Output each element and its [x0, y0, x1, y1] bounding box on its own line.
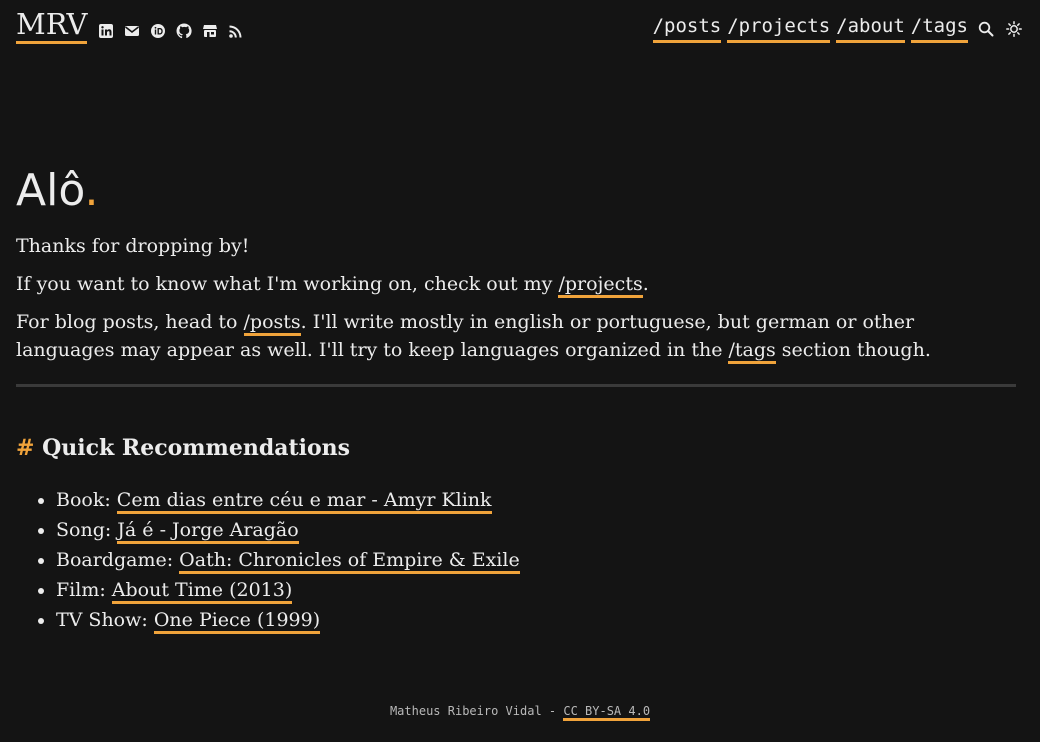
list-item: Book: Cem dias entre céu e mar - Amyr Kl…: [56, 485, 1016, 515]
nav-projects[interactable]: /projects: [727, 14, 831, 43]
recommendation-link[interactable]: Cem dias entre céu e mar - Amyr Klink: [116, 489, 492, 514]
recommendations-heading: # Quick Recommendations: [16, 435, 1016, 461]
recommendation-link[interactable]: Oath: Chronicles of Empire & Exile: [179, 549, 520, 574]
footer-author: Matheus Ribeiro Vidal -: [389, 704, 564, 718]
rss-icon[interactable]: [227, 22, 245, 40]
text: .: [642, 273, 649, 295]
social-links: [97, 22, 245, 40]
nav-about[interactable]: /about: [836, 14, 905, 43]
site-footer: Matheus Ribeiro Vidal - CC BY-SA 4.0: [0, 704, 1040, 721]
license-link[interactable]: CC BY-SA 4.0: [563, 704, 651, 721]
divider: [16, 384, 1016, 387]
store-icon[interactable]: [201, 22, 219, 40]
heading-hash: #: [16, 435, 35, 461]
text: section though.: [775, 339, 931, 361]
list-item: Film: About Time (2013): [56, 575, 1016, 605]
main-nav: /posts /projects /about /tags: [647, 14, 1024, 43]
list-item: Song: Já é - Jorge Aragão: [56, 515, 1016, 545]
list-item: TV Show: One Piece (1999): [56, 605, 1016, 635]
list-item: Boardgame: Oath: Chronicles of Empire & …: [56, 545, 1016, 575]
item-label: Boardgame:: [56, 549, 180, 571]
item-label: TV Show:: [56, 609, 154, 631]
item-label: Song:: [56, 519, 118, 541]
item-label: Film:: [56, 579, 112, 601]
github-icon[interactable]: [175, 22, 193, 40]
recommendations-title: Quick Recommendations: [42, 435, 351, 461]
nav-tags[interactable]: /tags: [910, 14, 968, 43]
item-label: Book:: [56, 489, 117, 511]
recommendation-link[interactable]: One Piece (1999): [153, 609, 321, 634]
tags-link[interactable]: /tags: [728, 339, 776, 364]
orcid-icon[interactable]: [149, 22, 167, 40]
intro-paragraph-2: If you want to know what I'm working on,…: [16, 270, 1016, 298]
main-content: Alô. Thanks for dropping by! If you want…: [16, 162, 1016, 635]
posts-link[interactable]: /posts: [243, 311, 301, 336]
theme-toggle-icon[interactable]: [1004, 19, 1024, 39]
recommendation-link[interactable]: Já é - Jorge Aragão: [117, 519, 299, 544]
mail-icon[interactable]: [123, 22, 141, 40]
title-dot: .: [84, 165, 99, 216]
projects-link[interactable]: /projects: [558, 273, 643, 298]
page-title-text: Alô: [16, 165, 85, 216]
text: If you want to know what I'm working on,…: [16, 273, 559, 295]
recommendation-link[interactable]: About Time (2013): [111, 579, 293, 604]
intro-paragraph-3: For blog posts, head to /posts. I'll wri…: [16, 308, 1016, 364]
intro-paragraph-1: Thanks for dropping by!: [16, 235, 250, 257]
search-icon[interactable]: [976, 19, 996, 39]
linkedin-icon[interactable]: [97, 22, 115, 40]
text: For blog posts, head to: [16, 311, 244, 333]
site-header: MRV /posts /projects /about /tags: [16, 8, 1024, 48]
recommendations-list: Book: Cem dias entre céu e mar - Amyr Kl…: [56, 485, 1016, 635]
page-title: Alô.: [16, 162, 1016, 220]
nav-posts[interactable]: /posts: [652, 14, 722, 43]
site-logo[interactable]: MRV: [16, 8, 88, 44]
